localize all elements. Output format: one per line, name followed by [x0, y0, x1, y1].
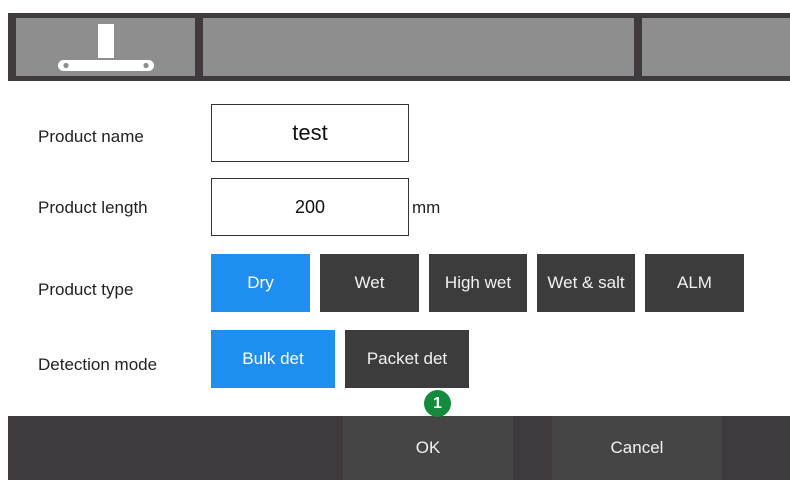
header-icon-panel[interactable] — [16, 18, 195, 76]
product-type-wet-button[interactable]: Wet — [320, 254, 419, 312]
header-title-panel — [203, 18, 634, 76]
product-name-label: Product name — [38, 127, 144, 146]
footer-bar: OK Cancel — [8, 416, 790, 480]
conveyor-detector-icon — [58, 24, 154, 71]
product-type-alm-button[interactable]: ALM — [645, 254, 744, 312]
product-type-dry-button[interactable]: Dry — [211, 254, 310, 312]
ok-button[interactable]: OK — [343, 416, 513, 480]
detection-mode-label: Detection mode — [38, 355, 158, 374]
detection-mode-packet-button[interactable]: Packet det — [345, 330, 469, 388]
product-type-wet-salt-button[interactable]: Wet & salt — [537, 254, 635, 312]
header-bar — [8, 13, 790, 81]
product-length-field[interactable] — [211, 178, 409, 236]
detection-mode-bulk-button[interactable]: Bulk det — [211, 330, 335, 388]
header-right-panel — [642, 18, 790, 76]
product-length-unit: mm — [412, 198, 441, 217]
cancel-button[interactable]: Cancel — [552, 416, 722, 480]
product-type-label: Product type — [38, 280, 134, 299]
product-type-high-wet-button[interactable]: High wet — [429, 254, 527, 312]
product-name-field[interactable] — [211, 104, 409, 162]
product-length-label: Product length — [38, 198, 148, 217]
step-badge: 1 — [424, 390, 451, 417]
